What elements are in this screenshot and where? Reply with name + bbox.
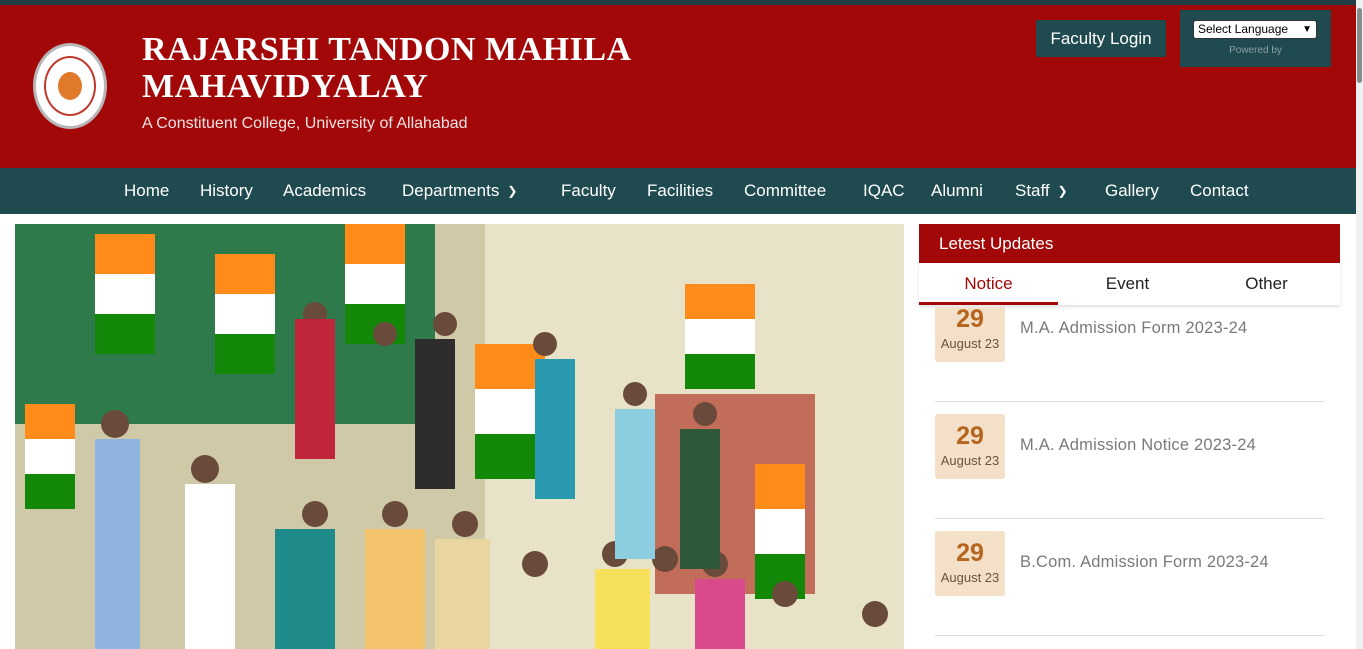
language-select[interactable]: Select Language ▼ (1193, 20, 1317, 39)
chevron-down-icon: ❯ (1057, 184, 1068, 198)
nav-departments-label: Departments (402, 181, 500, 200)
tab-notice[interactable]: Notice (919, 263, 1058, 305)
site-title-line2: MAHAVIDYALAY (142, 68, 429, 105)
notice-list[interactable]: 29 August 23 M.A. Admission Form 2023-24… (919, 307, 1340, 649)
scrollbar-thumb[interactable] (1357, 8, 1362, 83)
notice-date: 29 August 23 (935, 307, 1005, 362)
hero-photo (15, 224, 904, 649)
nav-departments[interactable]: Departments ❯ (402, 168, 517, 214)
translate-widget: Select Language ▼ Powered by (1180, 10, 1331, 67)
notice-date: 29 August 23 (935, 531, 1005, 596)
notice-title[interactable]: M.A. Admission Notice 2023-24 (1020, 436, 1256, 455)
nav-committee[interactable]: Committee (744, 168, 826, 214)
hero-slider-image[interactable] (15, 224, 904, 649)
site-header: RAJARSHI TANDON MAHILA MAHAVIDYALAY A Co… (0, 5, 1356, 168)
notice-title[interactable]: M.A. Admission Form 2023-24 (1020, 319, 1247, 338)
college-logo[interactable] (33, 43, 107, 129)
site-subtitle: A Constituent College, University of All… (142, 115, 468, 132)
notice-day: 29 (956, 422, 984, 450)
page-scrollbar[interactable] (1356, 0, 1363, 649)
latest-updates-panel: Letest Updates Notice Event Other 29 Aug… (919, 224, 1340, 649)
nav-academics[interactable]: Academics (283, 168, 366, 214)
nav-contact[interactable]: Contact (1190, 168, 1249, 214)
notice-title[interactable]: B.Com. Admission Form 2023-24 (1020, 553, 1269, 572)
main-nav: Home History Academics Departments ❯ Facu… (0, 168, 1356, 214)
latest-updates-heading: Letest Updates (919, 224, 1340, 263)
powered-by-text: Powered by (1229, 45, 1282, 56)
updates-tabs: Notice Event Other (919, 263, 1340, 305)
site-title-line1: RAJARSHI TANDON MAHILA (142, 31, 632, 68)
logo-emblem (58, 72, 82, 100)
faculty-login-button[interactable]: Faculty Login (1036, 20, 1166, 57)
list-item[interactable]: 29 August 23 M.A. Admission Form 2023-24 (935, 307, 1324, 402)
notice-date: 29 August 23 (935, 414, 1005, 479)
tab-event[interactable]: Event (1058, 263, 1197, 305)
nav-gallery[interactable]: Gallery (1105, 168, 1159, 214)
nav-staff[interactable]: Staff ❯ (1015, 168, 1068, 214)
chevron-down-icon: ▼ (1302, 24, 1312, 35)
language-select-label: Select Language (1198, 22, 1289, 36)
nav-alumni[interactable]: Alumni (931, 168, 983, 214)
nav-iqac[interactable]: IQAC (863, 168, 905, 214)
nav-faculty[interactable]: Faculty (561, 168, 616, 214)
nav-history[interactable]: History (200, 168, 253, 214)
site-title[interactable]: RAJARSHI TANDON MAHILA MAHAVIDYALAY (142, 31, 632, 105)
nav-home[interactable]: Home (124, 168, 169, 214)
notice-day: 29 (956, 307, 984, 333)
notice-day: 29 (956, 539, 984, 567)
notice-month: August 23 (940, 453, 1000, 468)
notice-month: August 23 (940, 570, 1000, 585)
list-item[interactable]: 29 August 23 B.Com. Admission Form 2023-… (935, 519, 1324, 636)
notice-month: August 23 (940, 336, 1000, 351)
nav-staff-label: Staff (1015, 181, 1050, 200)
list-item[interactable]: 29 August 23 M.A. Admission Notice 2023-… (935, 402, 1324, 519)
chevron-down-icon: ❯ (507, 184, 518, 198)
nav-facilities[interactable]: Facilities (647, 168, 713, 214)
tab-other[interactable]: Other (1197, 263, 1336, 305)
